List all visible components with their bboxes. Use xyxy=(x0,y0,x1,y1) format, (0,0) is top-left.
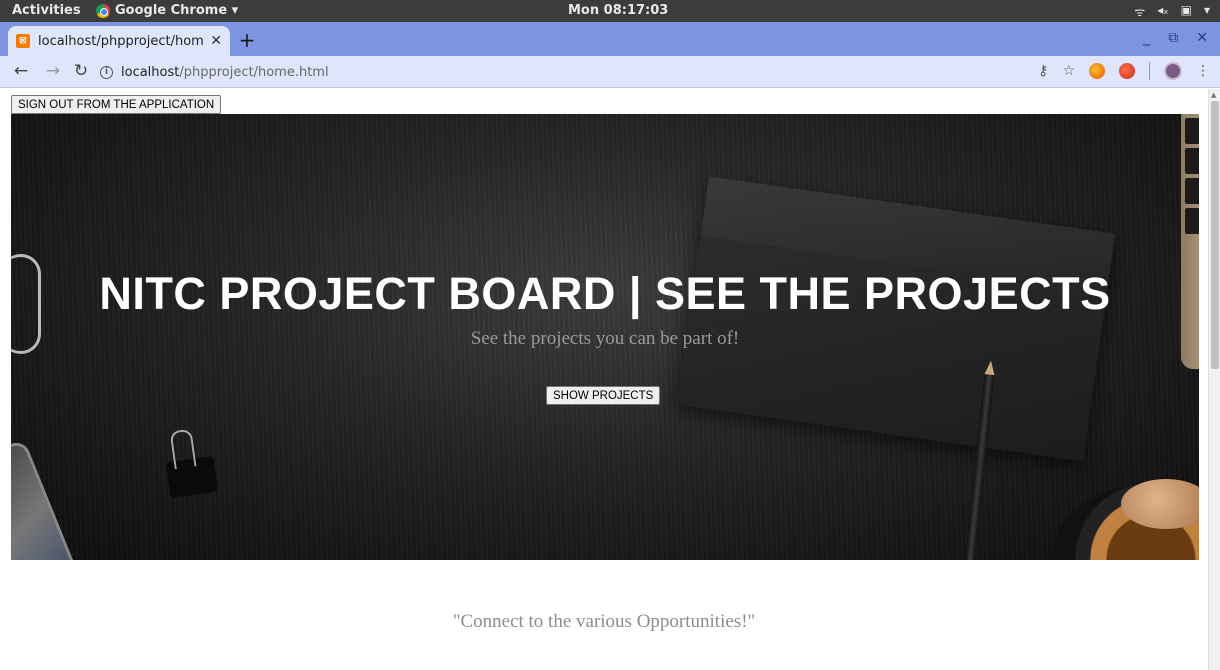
favicon-icon: ⊠ xyxy=(16,34,30,48)
close-icon[interactable]: ✕ xyxy=(210,33,222,49)
extension-icon[interactable] xyxy=(1089,63,1105,79)
tray-menu-icon: ▾ xyxy=(1203,3,1210,17)
app-menu-label: Google Chrome ▾ xyxy=(115,3,239,18)
scrollbar-thumb[interactable] xyxy=(1211,101,1219,369)
browser-tab[interactable]: ⊠ localhost/phpproject/hom ✕ xyxy=(8,26,230,56)
minimize-icon[interactable]: _ xyxy=(1143,30,1150,46)
profile-icon[interactable] xyxy=(1164,62,1182,80)
star-icon[interactable]: ☆ xyxy=(1062,63,1075,79)
reload-icon[interactable]: ↻ xyxy=(70,61,92,81)
page-scrollbar[interactable]: ▲ xyxy=(1208,89,1220,670)
app-menu[interactable]: Google Chrome ▾ xyxy=(96,3,238,18)
binder-clip-image xyxy=(165,455,219,499)
system-clock[interactable]: Mon 08:17:03 xyxy=(568,3,668,18)
key-icon[interactable]: ⚷ xyxy=(1038,63,1048,79)
extension-icon[interactable] xyxy=(1119,63,1135,79)
hero-banner: NITC PROJECT BOARD | SEE THE PROJECTS Se… xyxy=(11,114,1199,560)
wifi-icon: ᯤ xyxy=(1134,5,1146,19)
browser-toolbar: ← → ↻ i localhost/phpproject/home.html ⚷… xyxy=(0,56,1220,88)
system-tray[interactable]: ᯤ ◂ₓ ▣ ▾ xyxy=(1134,3,1210,20)
toolbar-actions: ⚷ ☆ ⋮ xyxy=(1038,62,1210,80)
scroll-up-icon[interactable]: ▲ xyxy=(1211,91,1216,99)
address-bar[interactable]: i localhost/phpproject/home.html xyxy=(100,59,1110,85)
toolbar-divider xyxy=(1149,62,1150,80)
window-close-icon[interactable]: ✕ xyxy=(1196,30,1208,46)
hero-title: NITC PROJECT BOARD | SEE THE PROJECTS xyxy=(99,268,1111,319)
page-content: SIGN OUT FROM THE APPLICATION NITC PROJE… xyxy=(0,89,1208,670)
info-icon[interactable]: i xyxy=(100,65,113,79)
chrome-logo-icon xyxy=(96,3,110,18)
tagline-quote: "Connect to the various Opportunities!" xyxy=(452,611,756,632)
window-controls: _ ⧉ ✕ xyxy=(1143,30,1208,46)
new-tab-button[interactable]: + xyxy=(236,28,258,52)
tab-title: localhost/phpproject/hom xyxy=(38,33,204,49)
url-path: /phpproject/home.html xyxy=(179,64,329,80)
menu-icon[interactable]: ⋮ xyxy=(1196,63,1210,79)
sign-out-button[interactable]: SIGN OUT FROM THE APPLICATION xyxy=(11,95,222,114)
volume-icon: ◂ₓ xyxy=(1157,3,1169,17)
show-projects-button[interactable]: SHOW PROJECTS xyxy=(546,386,661,405)
tab-strip: ⊠ localhost/phpproject/hom ✕ + _ ⧉ ✕ xyxy=(0,22,1220,56)
back-icon[interactable]: ← xyxy=(10,61,32,81)
system-top-bar: Activities Google Chrome ▾ Mon 08:17:03 … xyxy=(0,0,1220,22)
forward-icon[interactable]: → xyxy=(42,61,64,81)
battery-icon: ▣ xyxy=(1180,3,1192,17)
url-host: localhost xyxy=(121,64,180,80)
activities-button[interactable]: Activities xyxy=(12,3,81,18)
restore-icon[interactable]: ⧉ xyxy=(1168,30,1178,46)
hero-subtitle: See the projects you can be part of! xyxy=(470,328,740,349)
